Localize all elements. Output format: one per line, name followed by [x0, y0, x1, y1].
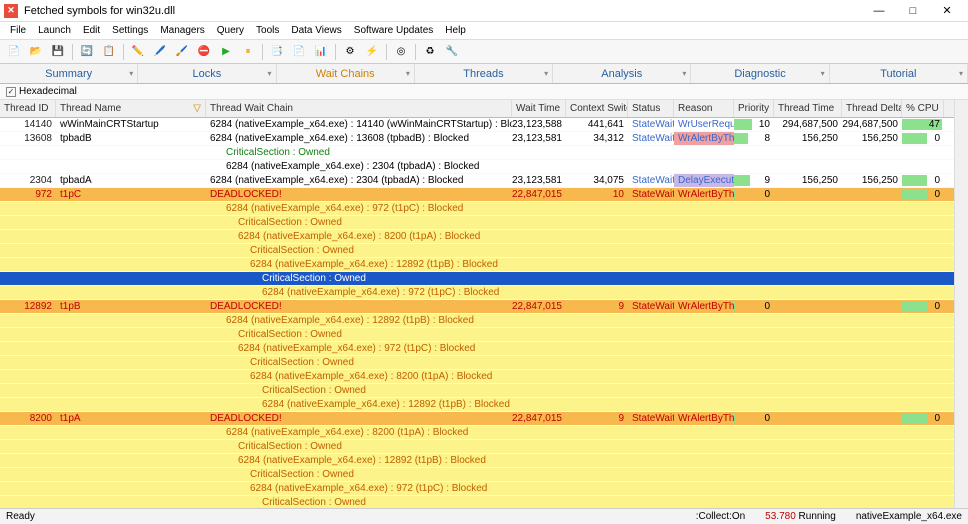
- app-icon: ✕: [4, 4, 18, 18]
- checkbox-box: ✓: [6, 87, 16, 97]
- table-row[interactable]: 14140wWinMainCRTStartup6284 (nativeExamp…: [0, 118, 954, 132]
- doc-icon[interactable]: 📑: [267, 42, 287, 62]
- table-row[interactable]: 13608tpbadB6284 (nativeExample_x64.exe) …: [0, 132, 954, 146]
- menu-file[interactable]: File: [4, 23, 32, 38]
- table-row[interactable]: 6284 (nativeExample_x64.exe) : 12892 (t1…: [0, 454, 954, 468]
- table-row[interactable]: CriticalSection : Owned: [0, 146, 954, 160]
- checkbox-label: Hexadecimal: [19, 86, 77, 97]
- col-thread-id[interactable]: Thread ID: [0, 100, 56, 117]
- minimize-button[interactable]: —: [862, 1, 896, 21]
- table-row[interactable]: CriticalSection : Owned: [0, 244, 954, 258]
- col-wait-time[interactable]: Wait Time: [512, 100, 566, 117]
- table-row[interactable]: 6284 (nativeExample_x64.exe) : 8200 (t1p…: [0, 370, 954, 384]
- target-icon[interactable]: ◎: [391, 42, 411, 62]
- recycle-icon[interactable]: ♻: [420, 42, 440, 62]
- status-ready: Ready: [6, 511, 35, 522]
- menu-launch[interactable]: Launch: [32, 23, 77, 38]
- col-context-switches[interactable]: Context Switches: [566, 100, 628, 117]
- col-thread-wait-chain[interactable]: Thread Wait Chain: [206, 100, 512, 117]
- maximize-button[interactable]: □: [896, 1, 930, 21]
- table-row[interactable]: CriticalSection : Owned: [0, 384, 954, 398]
- tab-threads[interactable]: Threads▾: [415, 64, 553, 83]
- status-running: 53.780 Running: [765, 511, 836, 522]
- bolt-icon[interactable]: ⚡: [362, 42, 382, 62]
- menu-tools[interactable]: Tools: [250, 23, 285, 38]
- page-icon[interactable]: 📄: [289, 42, 309, 62]
- new-icon[interactable]: 📄: [4, 42, 24, 62]
- table-row[interactable]: 6284 (nativeExample_x64.exe) : 2304 (tpb…: [0, 160, 954, 174]
- table-row[interactable]: 8200t1pADEADLOCKED!22,847,0159StateWaitW…: [0, 412, 954, 426]
- main-tabs: Summary▾Locks▾Wait Chains▾Threads▾Analys…: [0, 64, 968, 84]
- edit-icon[interactable]: ✏️: [128, 42, 148, 62]
- tool-icon[interactable]: 🔧: [442, 42, 462, 62]
- tab-summary[interactable]: Summary▾: [0, 64, 138, 83]
- menu-help[interactable]: Help: [439, 23, 472, 38]
- table-row[interactable]: 972t1pCDEADLOCKED!22,847,01510StateWaitW…: [0, 188, 954, 202]
- scrollbar[interactable]: [954, 118, 968, 508]
- table-row[interactable]: CriticalSection : Owned: [0, 216, 954, 230]
- menu-settings[interactable]: Settings: [106, 23, 154, 38]
- open-icon[interactable]: 📂: [26, 42, 46, 62]
- table-row[interactable]: 6284 (nativeExample_x64.exe) : 8200 (t1p…: [0, 426, 954, 440]
- col-priority[interactable]: Priority: [734, 100, 774, 117]
- tab-diagnostic[interactable]: Diagnostic▾: [691, 64, 829, 83]
- play-icon[interactable]: ▶: [216, 42, 236, 62]
- table-row[interactable]: 6284 (nativeExample_x64.exe) : 12892 (t1…: [0, 258, 954, 272]
- menu-edit[interactable]: Edit: [77, 23, 106, 38]
- table-row[interactable]: 6284 (nativeExample_x64.exe) : 972 (t1pC…: [0, 342, 954, 356]
- table-row[interactable]: CriticalSection : Owned: [0, 468, 954, 482]
- table-row[interactable]: 6284 (nativeExample_x64.exe) : 972 (t1pC…: [0, 286, 954, 300]
- pencil-icon[interactable]: 🖊️: [150, 42, 170, 62]
- refresh-icon[interactable]: 🔄: [77, 42, 97, 62]
- col-thread-name[interactable]: Thread Name ▽: [56, 100, 206, 117]
- save-icon[interactable]: 💾: [48, 42, 68, 62]
- table-row[interactable]: CriticalSection : Owned: [0, 328, 954, 342]
- window-title: Fetched symbols for win32u.dll: [24, 5, 862, 17]
- titlebar: ✕ Fetched symbols for win32u.dll — □ ✕: [0, 0, 968, 22]
- menu-managers[interactable]: Managers: [154, 23, 210, 38]
- col-thread-time[interactable]: Thread Time: [774, 100, 842, 117]
- tab-wait-chains[interactable]: Wait Chains▾: [277, 64, 415, 83]
- stop-icon[interactable]: ⛔: [194, 42, 214, 62]
- status-collect: :Collect:On: [696, 511, 745, 522]
- col-reason[interactable]: Reason: [674, 100, 734, 117]
- brush-icon[interactable]: 🖌️: [172, 42, 192, 62]
- tab-locks[interactable]: Locks▾: [138, 64, 276, 83]
- statusbar: Ready :Collect:On 53.780 Running nativeE…: [0, 508, 968, 524]
- table-row[interactable]: 6284 (nativeExample_x64.exe) : 972 (t1pC…: [0, 202, 954, 216]
- col-status[interactable]: Status: [628, 100, 674, 117]
- pause-icon[interactable]: ⏸: [238, 42, 258, 62]
- menu-query[interactable]: Query: [211, 23, 250, 38]
- table-row[interactable]: 12892t1pBDEADLOCKED!22,847,0159StateWait…: [0, 300, 954, 314]
- gear-icon[interactable]: ⚙: [340, 42, 360, 62]
- chart-icon[interactable]: 📊: [311, 42, 331, 62]
- table-row[interactable]: 6284 (nativeExample_x64.exe) : 8200 (t1p…: [0, 230, 954, 244]
- table-row[interactable]: 6284 (nativeExample_x64.exe) : 972 (t1pC…: [0, 482, 954, 496]
- table-row[interactable]: 6284 (nativeExample_x64.exe) : 12892 (t1…: [0, 314, 954, 328]
- close-button[interactable]: ✕: [930, 1, 964, 21]
- toolbar: 📄📂💾🔄📋✏️🖊️🖌️⛔▶⏸📑📄📊⚙⚡◎♻🔧: [0, 40, 968, 64]
- options-bar: ✓ Hexadecimal: [0, 84, 968, 100]
- table-row[interactable]: 6284 (nativeExample_x64.exe) : 12892 (t1…: [0, 398, 954, 412]
- copy-icon[interactable]: 📋: [99, 42, 119, 62]
- col--cpu[interactable]: % CPU: [902, 100, 944, 117]
- grid-header: Thread IDThread Name ▽Thread Wait ChainW…: [0, 100, 954, 118]
- tab-tutorial[interactable]: Tutorial▾: [830, 64, 968, 83]
- status-file: nativeExample_x64.exe: [856, 511, 962, 522]
- col-thread-delta[interactable]: Thread Delta: [842, 100, 902, 117]
- table-row[interactable]: CriticalSection : Owned: [0, 356, 954, 370]
- grid-body[interactable]: 14140wWinMainCRTStartup6284 (nativeExamp…: [0, 118, 954, 508]
- table-row[interactable]: CriticalSection : Owned: [0, 496, 954, 508]
- hexadecimal-checkbox[interactable]: ✓ Hexadecimal: [6, 86, 77, 97]
- tab-analysis[interactable]: Analysis▾: [553, 64, 691, 83]
- menu-software-updates[interactable]: Software Updates: [348, 23, 440, 38]
- menubar: FileLaunchEditSettingsManagersQueryTools…: [0, 22, 968, 40]
- table-row[interactable]: CriticalSection : Owned: [0, 272, 954, 286]
- table-row[interactable]: CriticalSection : Owned: [0, 440, 954, 454]
- table-row[interactable]: 2304tpbadA6284 (nativeExample_x64.exe) :…: [0, 174, 954, 188]
- menu-data-views[interactable]: Data Views: [285, 23, 347, 38]
